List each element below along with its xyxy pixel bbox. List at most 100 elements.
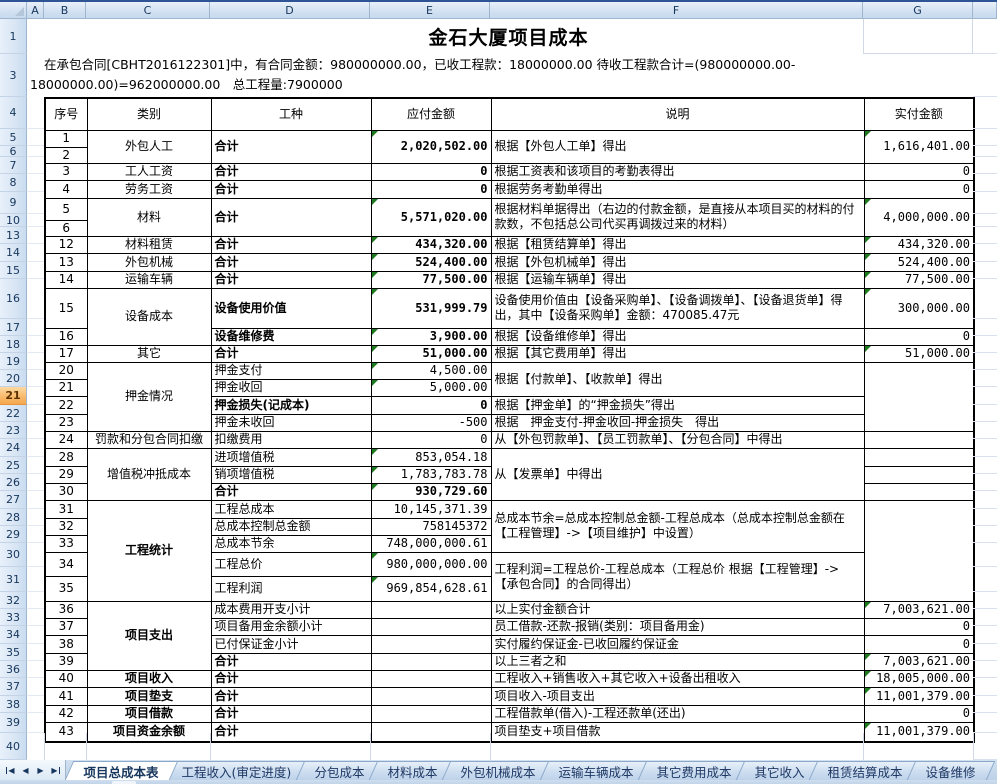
cell-payable-17[interactable]: 3,900.00 bbox=[371, 328, 491, 345]
cell-category-38[interactable]: 项目借款 bbox=[87, 705, 211, 722]
cell-description-21[interactable]: 根据【押金单】的“押金损失”得出 bbox=[491, 396, 864, 414]
cell-seq-37[interactable]: 41 bbox=[45, 687, 87, 705]
cell-payable-38[interactable] bbox=[371, 705, 491, 722]
sheet-tab-4[interactable]: 外包机械成本 bbox=[442, 761, 555, 780]
cell-category-27[interactable]: 工程统计 bbox=[87, 500, 211, 601]
row-header-35[interactable]: 35 bbox=[0, 644, 27, 661]
select-all-corner[interactable] bbox=[0, 2, 27, 19]
cell-description-14[interactable]: 根据【外包机械单】得出 bbox=[491, 253, 864, 271]
cell-seq-26[interactable]: 30 bbox=[45, 483, 87, 500]
cell-worktype-18[interactable]: 合计 bbox=[211, 345, 371, 362]
cell-category-23[interactable]: 罚款和分包合同扣缴 bbox=[87, 431, 211, 448]
cell-worktype-32[interactable]: 成本费用开支小计 bbox=[211, 601, 371, 618]
cell-seq-23[interactable]: 24 bbox=[45, 431, 87, 448]
row-header-13[interactable]: 13 bbox=[0, 227, 27, 244]
cell-seq-22[interactable]: 23 bbox=[45, 414, 87, 431]
cell-paid-23[interactable] bbox=[864, 431, 974, 448]
row-header-39[interactable]: 39 bbox=[0, 713, 27, 733]
cell-paid-27[interactable] bbox=[864, 500, 974, 601]
cell-description-9[interactable]: 根据材料单据得出（右边的付款金额，是直接从本项目买的材料的付款数，不包括总公司代… bbox=[491, 198, 864, 236]
cell-seq-16[interactable]: 15 bbox=[45, 288, 87, 328]
cell-seq-29[interactable]: 33 bbox=[45, 535, 87, 552]
first-sheet-button[interactable]: ◀ bbox=[3, 762, 18, 778]
row-header-38[interactable]: 38 bbox=[0, 696, 27, 713]
cell-seq-6[interactable]: 2 bbox=[45, 147, 87, 163]
cell-category-8[interactable]: 劳务工资 bbox=[87, 180, 211, 198]
cell-worktype-26[interactable]: 合计 bbox=[211, 483, 371, 500]
cell-worktype-24[interactable]: 进项增值税 bbox=[211, 448, 371, 466]
row-header-4[interactable]: 4 bbox=[0, 97, 27, 129]
cell-payable-7[interactable]: 0 bbox=[371, 163, 491, 180]
cell-worktype-29[interactable]: 总成本节余 bbox=[211, 535, 371, 552]
row-header-36[interactable]: 36 bbox=[0, 661, 27, 678]
cell-worktype-16[interactable]: 设备使用价值 bbox=[211, 288, 371, 328]
cell-payable-27[interactable]: 10,145,371.39 bbox=[371, 500, 491, 518]
row-header-3[interactable]: 3 bbox=[0, 54, 27, 97]
row-header-31[interactable]: 31 bbox=[0, 567, 27, 592]
sheet-tab-6[interactable]: 其它费用成本 bbox=[638, 761, 751, 780]
cell-payable-14[interactable]: 524,400.00 bbox=[371, 253, 491, 271]
col-title-0[interactable]: 序号 bbox=[45, 98, 87, 130]
cell-paid-16[interactable]: 300,000.00 bbox=[864, 288, 974, 328]
cell-payable-30[interactable]: 980,000,000.00 bbox=[371, 552, 491, 576]
cell-category-5[interactable]: 外包人工 bbox=[87, 130, 211, 163]
cell-payable-29[interactable]: 748,000,000.61 bbox=[371, 535, 491, 552]
cell-paid-37[interactable]: 11,001,379.00 bbox=[864, 687, 974, 705]
cell-worktype-21[interactable]: 押金损失(记成本) bbox=[211, 396, 371, 414]
cell-category-24[interactable]: 增值税冲抵成本 bbox=[87, 448, 211, 500]
cell-payable-8[interactable]: 0 bbox=[371, 180, 491, 198]
cell-category-19[interactable]: 押金情况 bbox=[87, 362, 211, 431]
cell-seq-25[interactable]: 29 bbox=[45, 466, 87, 483]
cell-paid-36[interactable]: 18,005,000.00 bbox=[864, 670, 974, 687]
cell-seq-27[interactable]: 31 bbox=[45, 500, 87, 518]
cell-payable-16[interactable]: 531,999.79 bbox=[371, 288, 491, 328]
cell-description-30[interactable]: 工程利润=工程总价-工程总成本（工程总价 根据【工程管理】->【承包合同】的合同… bbox=[491, 552, 864, 601]
bottom-scroll-strip[interactable] bbox=[0, 780, 997, 784]
cell-payable-37[interactable] bbox=[371, 687, 491, 705]
row-header-8[interactable]: 8 bbox=[0, 174, 27, 192]
cell-paid-9[interactable]: 4,000,000.00 bbox=[864, 198, 974, 236]
column-header-B[interactable]: B bbox=[44, 2, 86, 19]
cell-payable-20[interactable]: 5,000.00 bbox=[371, 379, 491, 396]
cell-seq-14[interactable]: 13 bbox=[45, 253, 87, 271]
cell-description-36[interactable]: 工程收入+销售收入+其它收入+设备出租收入 bbox=[491, 670, 864, 687]
cell-paid-25[interactable] bbox=[864, 466, 974, 483]
cell-description-16[interactable]: 设备使用价值由【设备采购单】、【设备调拨单】、【设备退货单】得出，其中【设备采购… bbox=[491, 288, 864, 328]
cell-payable-24[interactable]: 853,054.18 bbox=[371, 448, 491, 466]
prev-sheet-button[interactable]: ◀ bbox=[18, 762, 33, 778]
column-header-A[interactable]: A bbox=[27, 2, 44, 19]
cell-worktype-7[interactable]: 合计 bbox=[211, 163, 371, 180]
next-sheet-button[interactable]: ▶ bbox=[33, 762, 48, 778]
column-header-E[interactable]: E bbox=[370, 2, 490, 19]
cell-payable-33[interactable] bbox=[371, 618, 491, 635]
cell-description-23[interactable]: 从【外包罚款单】、【员工罚款单】、【分包合同】中得出 bbox=[491, 431, 864, 448]
column-header-D[interactable]: D bbox=[210, 2, 370, 19]
cell-description-19[interactable]: 根据【付款单】、【收款单】得出 bbox=[491, 362, 864, 396]
cell-payable-35[interactable] bbox=[371, 653, 491, 670]
row-header-14[interactable]: 14 bbox=[0, 244, 27, 262]
row-header-25[interactable]: 25 bbox=[0, 457, 27, 474]
cell-seq-34[interactable]: 38 bbox=[45, 635, 87, 653]
col-title-4[interactable]: 说明 bbox=[491, 98, 864, 130]
cell-paid-26[interactable] bbox=[864, 483, 974, 500]
cell-payable-23[interactable]: 0 bbox=[371, 431, 491, 448]
cell-payable-21[interactable]: 0 bbox=[371, 396, 491, 414]
cell-seq-13[interactable]: 12 bbox=[45, 236, 87, 253]
cell-description-7[interactable]: 根据工资表和该项目的考勤表得出 bbox=[491, 163, 864, 180]
row-header-20[interactable]: 20 bbox=[0, 370, 27, 387]
row-header-6[interactable]: 6 bbox=[0, 146, 27, 157]
cell-category-14[interactable]: 外包机械 bbox=[87, 253, 211, 271]
cell-seq-10[interactable]: 6 bbox=[45, 220, 87, 236]
col-title-2[interactable]: 工种 bbox=[211, 98, 371, 130]
sheet-tab-8[interactable]: 租赁结算成本 bbox=[809, 761, 922, 780]
cell-paid-38[interactable]: 0 bbox=[864, 705, 974, 722]
cell-category-15[interactable]: 运输车辆 bbox=[87, 271, 211, 288]
cell-seq-31[interactable]: 35 bbox=[45, 576, 87, 601]
cell-category-36[interactable]: 项目收入 bbox=[87, 670, 211, 687]
cell-seq-30[interactable]: 34 bbox=[45, 552, 87, 576]
row-header-5[interactable]: 5 bbox=[0, 129, 27, 146]
column-header-C[interactable]: C bbox=[86, 2, 210, 19]
row-header-30[interactable]: 30 bbox=[0, 543, 27, 567]
cell-category-9[interactable]: 材料 bbox=[87, 198, 211, 236]
row-header-27[interactable]: 27 bbox=[0, 491, 27, 509]
